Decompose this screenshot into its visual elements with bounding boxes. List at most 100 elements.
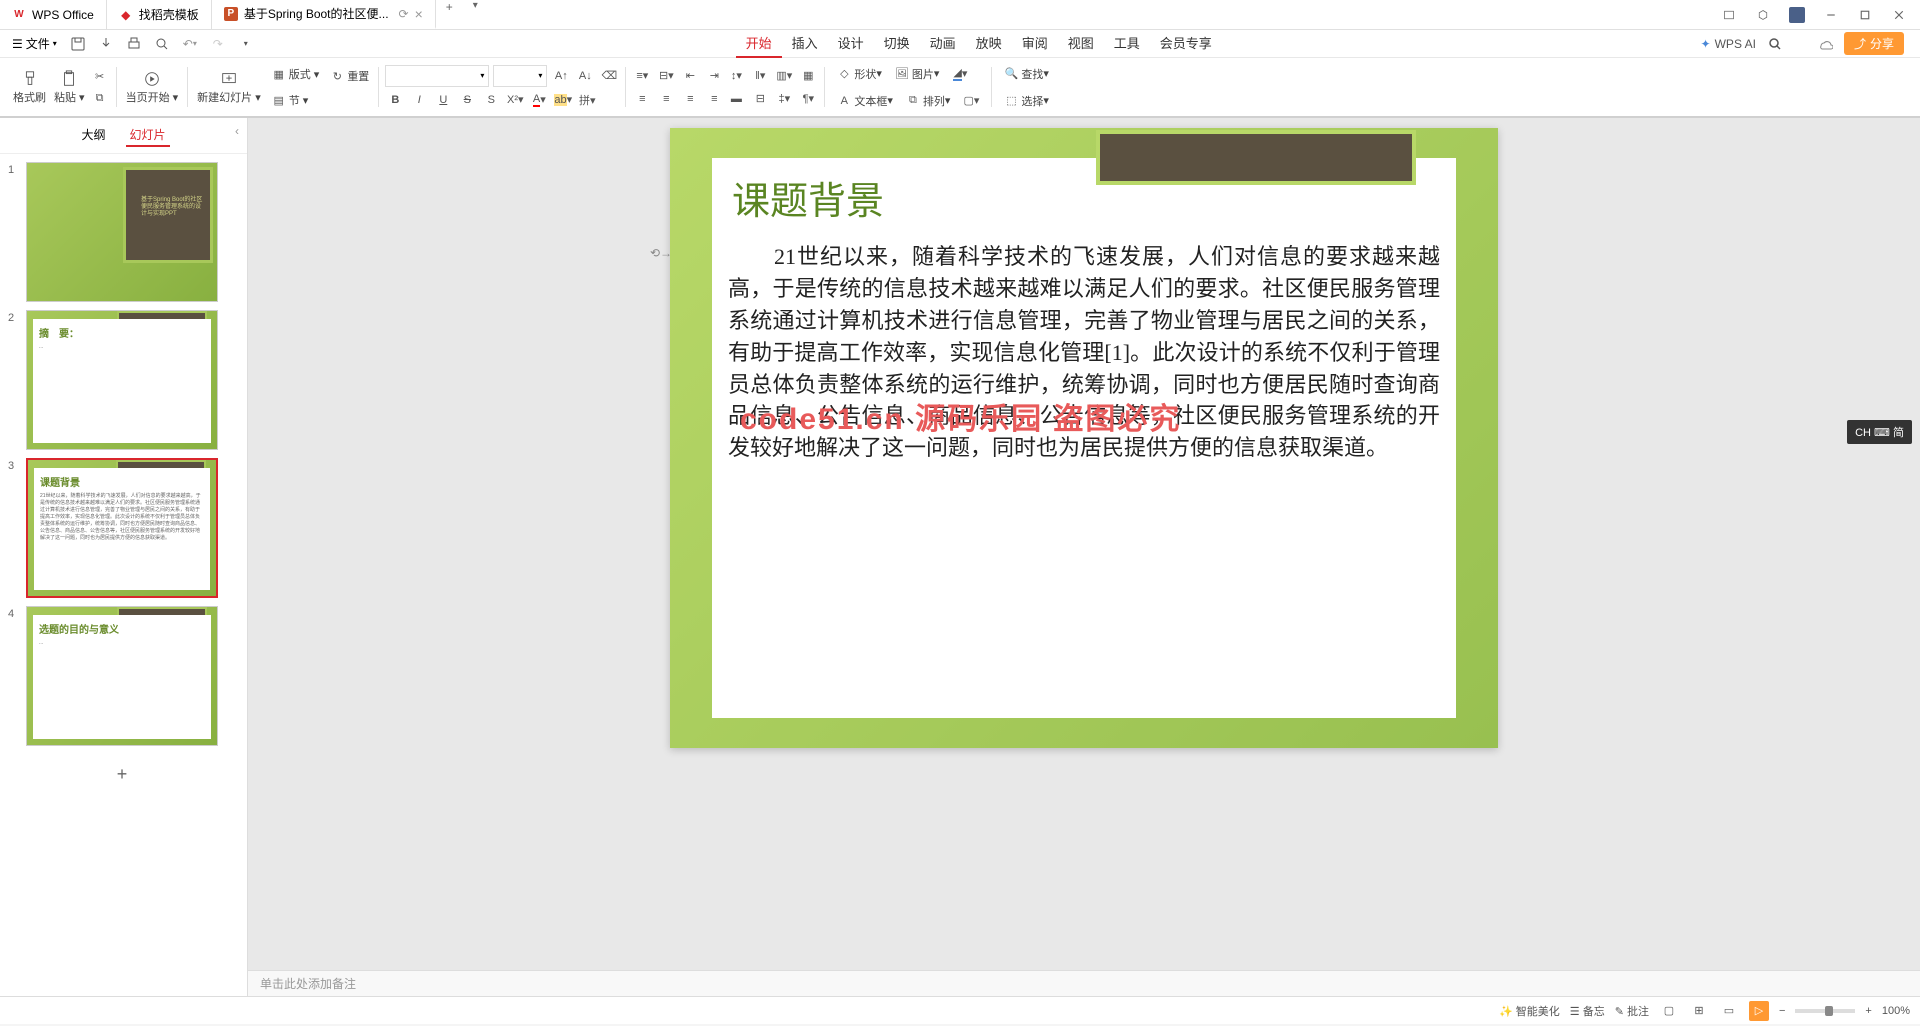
normal-view-button[interactable]: ▢ (1659, 1001, 1679, 1021)
slide-thumbnail-2[interactable]: 摘 要： ... (26, 310, 218, 450)
line-spacing-button[interactable]: ‖▾ (750, 66, 770, 86)
align-center-button[interactable]: ≡ (656, 89, 676, 109)
search-button[interactable] (1764, 33, 1786, 55)
align-top-button[interactable]: ▬ (726, 89, 746, 109)
memo-button[interactable]: ☰ 备忘 (1570, 1003, 1605, 1019)
close-tab-icon[interactable]: × (415, 6, 423, 22)
convert-smartart-button[interactable]: ▦ (798, 66, 818, 86)
print-preview-button[interactable] (151, 33, 173, 55)
avatar-icon[interactable] (1781, 3, 1813, 27)
outline-color-button[interactable]: ▢▾ (957, 91, 985, 111)
undo-button[interactable]: ↶▾ (179, 33, 201, 55)
menu-slideshow[interactable]: 放映 (966, 29, 1012, 58)
bold-button[interactable]: B (385, 90, 405, 110)
arrange-button[interactable]: ⧉排列▾ (900, 89, 954, 113)
underline-button[interactable]: U (433, 90, 453, 110)
slide-thumbnail-3[interactable]: 课题背景 21世纪以来，随着科学技术的飞速发展，人们对信息的要求越来越高，于是传… (26, 458, 218, 598)
window-mode-icon[interactable] (1713, 3, 1745, 27)
file-menu[interactable]: ☰ 文件 ▾ (8, 35, 61, 52)
align-middle-button[interactable]: ⊟ (750, 89, 770, 109)
add-tab-button[interactable]: + (436, 0, 463, 29)
select-button[interactable]: ⬚选择▾ (998, 89, 1052, 113)
font-name-select[interactable]: ▾ (385, 65, 489, 87)
from-current-button[interactable]: 当页开始 ▾ (123, 67, 182, 107)
shadow-button[interactable]: S (481, 90, 501, 110)
zoom-slider[interactable] (1795, 1009, 1855, 1013)
close-window-button[interactable] (1883, 3, 1915, 27)
increase-indent-button[interactable]: ⇥ (704, 66, 724, 86)
copy-button[interactable]: ⧉ (90, 88, 110, 108)
redo-button[interactable]: ↷ (207, 33, 229, 55)
image-button[interactable]: 🖼图片▾ (889, 62, 943, 86)
bullets-button[interactable]: ≡▾ (632, 66, 652, 86)
layout-button[interactable]: ▦ 版式 ▾ (266, 62, 323, 86)
align-justify-button[interactable]: ≡ (704, 89, 724, 109)
menu-tools[interactable]: 工具 (1104, 29, 1150, 58)
decrease-font-button[interactable]: A↓ (575, 66, 595, 86)
menu-start[interactable]: 开始 (736, 29, 782, 58)
align-left-button[interactable]: ≡ (632, 89, 652, 109)
refresh-icon[interactable]: ⟳ (399, 7, 409, 21)
collapse-panel-icon[interactable]: ‹ (235, 124, 239, 138)
numbering-button[interactable]: ⊟▾ (656, 66, 676, 86)
minimize-button[interactable] (1815, 3, 1847, 27)
menu-view[interactable]: 视图 (1058, 29, 1104, 58)
decrease-indent-button[interactable]: ⇤ (680, 66, 700, 86)
more-quick-access[interactable]: ▾ (235, 33, 257, 55)
increase-font-button[interactable]: A↑ (551, 66, 571, 86)
fill-color-button[interactable]: ◢▾ (946, 64, 974, 84)
save-as-button[interactable] (95, 33, 117, 55)
menu-review[interactable]: 审阅 (1012, 29, 1058, 58)
textbox-button[interactable]: A文本框▾ (831, 89, 896, 113)
font-color-button[interactable]: A▾ (529, 90, 549, 110)
text-direction-button[interactable]: ↕▾ (726, 66, 746, 86)
tab-template[interactable]: ◆ 找稻壳模板 (107, 0, 212, 29)
slideshow-view-button[interactable]: ▷ (1749, 1001, 1769, 1021)
cube-icon[interactable] (1747, 3, 1779, 27)
add-slide-button[interactable]: + (26, 754, 218, 794)
paste-button[interactable]: 粘贴 ▾ (51, 67, 88, 107)
rotate-handle-icon[interactable]: ⟲→ (650, 246, 672, 260)
line-height-button[interactable]: ‡▾ (774, 89, 794, 109)
reset-button[interactable]: ↻ 重置 (324, 64, 372, 88)
slide-thumbnail-4[interactable]: 选题的目的与意义 ... (26, 606, 218, 746)
print-button[interactable] (123, 33, 145, 55)
slide-thumbnail-1[interactable]: 基于Spring Boot的社区便民服务管理系统的设计与实现PPT (26, 162, 218, 302)
columns-button[interactable]: ▥▾ (774, 66, 794, 86)
wps-ai-button[interactable]: ✦ WPS AI (1701, 37, 1756, 51)
sorter-view-button[interactable]: ⊞ (1689, 1001, 1709, 1021)
pinyin-button[interactable]: 拼▾ (577, 90, 597, 110)
section-button[interactable]: ▤ 节 ▾ (266, 88, 323, 112)
menu-member[interactable]: 会员专享 (1150, 29, 1222, 58)
zoom-in-button[interactable]: + (1865, 1005, 1871, 1017)
paragraph-spacing-button[interactable]: ¶▾ (798, 89, 818, 109)
highlight-button[interactable]: ab▾ (553, 90, 573, 110)
notes-button[interactable]: ✎ 批注 (1615, 1003, 1649, 1019)
menu-transition[interactable]: 切换 (874, 29, 920, 58)
clear-format-button[interactable]: ⌫ (599, 66, 619, 86)
format-painter-button[interactable]: 格式刷 (10, 67, 49, 107)
menu-insert[interactable]: 插入 (782, 29, 828, 58)
new-slide-button[interactable]: 新建幻灯片 ▾ (194, 67, 264, 107)
smart-beautify-button[interactable]: ✨ 智能美化 (1499, 1003, 1560, 1019)
cloud-icon[interactable] (1814, 33, 1836, 55)
font-size-select[interactable]: ▾ (493, 65, 547, 87)
menu-design[interactable]: 设计 (828, 29, 874, 58)
panel-tab-slides[interactable]: 幻灯片 (126, 124, 170, 147)
find-button[interactable]: 🔍查找▾ (998, 62, 1052, 86)
strikethrough-button[interactable]: S (457, 90, 477, 110)
zoom-level[interactable]: 100% (1882, 1005, 1910, 1017)
share-button[interactable]: ⤴ 分享 (1844, 32, 1904, 55)
panel-tab-outline[interactable]: 大纲 (77, 124, 109, 147)
align-right-button[interactable]: ≡ (680, 89, 700, 109)
italic-button[interactable]: I (409, 90, 429, 110)
notes-area[interactable]: 单击此处添加备注 (248, 970, 1920, 996)
tab-document[interactable]: P 基于Spring Boot的社区便... ⟳ × (212, 0, 436, 29)
reading-view-button[interactable]: ▭ (1719, 1001, 1739, 1021)
tab-dropdown[interactable]: ▾ (463, 0, 488, 29)
slide-canvas[interactable]: ⟲→ 课题背景 21世纪以来，随着科学技术的飞速发展，人们对信息的要求越来越高，… (670, 128, 1498, 748)
zoom-out-button[interactable]: − (1779, 1005, 1785, 1017)
save-button[interactable] (67, 33, 89, 55)
superscript-button[interactable]: X²▾ (505, 90, 525, 110)
maximize-button[interactable] (1849, 3, 1881, 27)
